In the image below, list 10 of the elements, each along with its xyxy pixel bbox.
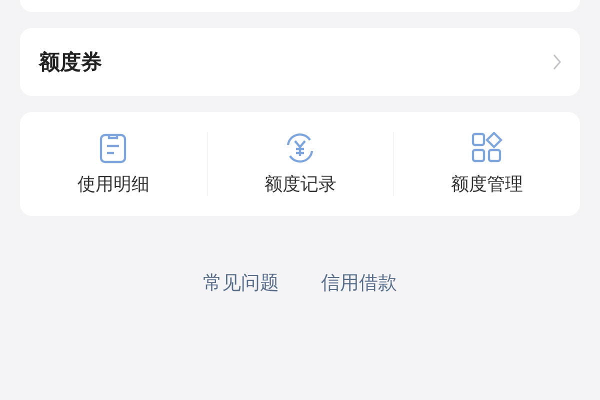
notepad-icon — [98, 132, 128, 164]
shortcut-label[interactable]: 使用明细 — [77, 172, 150, 196]
grid-icon — [471, 132, 504, 164]
shortcut-label[interactable]: 额度管理 — [451, 172, 524, 196]
row-label: 额度券 — [39, 49, 102, 76]
coupon-row[interactable]: 额度券 — [20, 28, 580, 96]
shortcut-label[interactable]: 额度记录 — [264, 172, 336, 196]
footer-link[interactable]: 信用借款 — [321, 270, 397, 296]
footer-link[interactable]: 常见问题 — [203, 270, 279, 296]
chevron-icon — [552, 53, 562, 71]
